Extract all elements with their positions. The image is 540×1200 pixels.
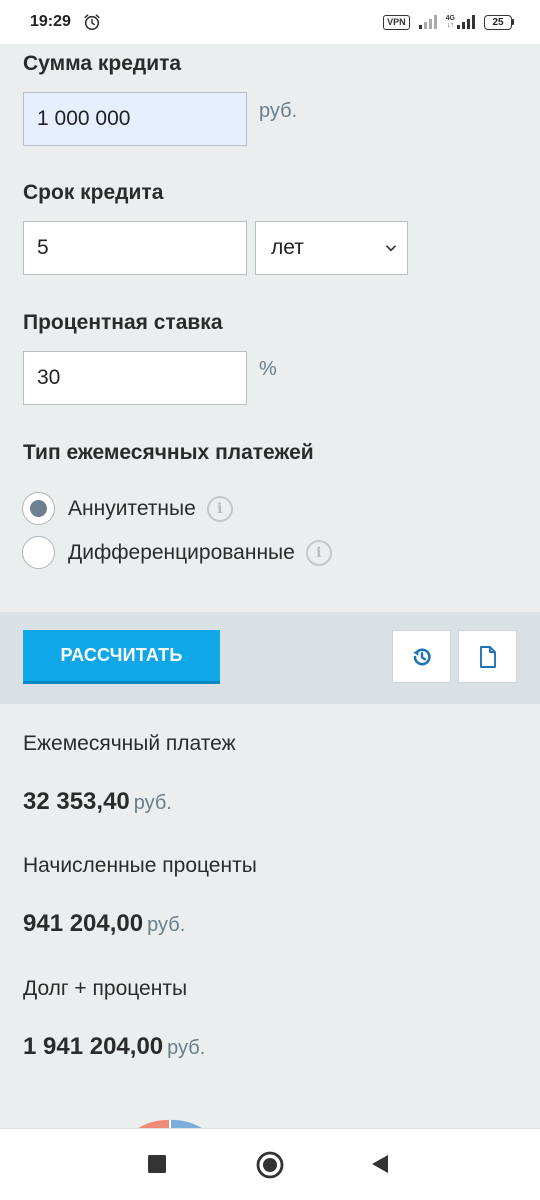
- network-type: 4G ↓↑: [445, 15, 455, 29]
- payment-type-label: Тип ежемесячных платежей: [23, 441, 314, 464]
- radio-annuity-label: Аннуитетные: [68, 496, 196, 520]
- calculate-button[interactable]: РАССЧИТАТЬ: [23, 630, 220, 684]
- rate-input[interactable]: 30: [23, 351, 247, 405]
- system-nav-bar: [0, 1128, 540, 1200]
- alarm-icon: [84, 14, 100, 31]
- info-icon[interactable]: i: [206, 495, 233, 522]
- action-bar: РАССЧИТАТЬ: [0, 612, 540, 704]
- currency-label: руб.: [147, 914, 186, 936]
- term-unit-value: лет: [271, 236, 304, 259]
- status-icons: VPN 4G ↓↑ 25: [383, 14, 514, 30]
- payment-pie-chart: [138, 1119, 202, 1128]
- term-label: Срок кредита: [23, 181, 164, 204]
- interest-label: Начисленные проценты: [23, 854, 257, 877]
- credit-form: Сумма кредита 1 000 000 руб. Срок кредит…: [0, 44, 540, 612]
- rate-label: Процентная ставка: [23, 311, 223, 334]
- back-triangle-icon[interactable]: [370, 1154, 390, 1174]
- chevron-down-icon: [385, 245, 397, 252]
- rate-unit: %: [259, 358, 277, 380]
- term-unit-select[interactable]: лет: [255, 221, 408, 275]
- currency-label: руб.: [133, 792, 172, 814]
- document-icon: [479, 645, 496, 668]
- radio-differentiated[interactable]: Дифференцированные i: [22, 536, 332, 569]
- status-time: 19:29: [30, 13, 71, 30]
- monthly-payment-value: 32 353,40 руб.: [23, 788, 172, 815]
- radio-button[interactable]: [22, 536, 55, 569]
- monthly-payment-label: Ежемесячный платеж: [23, 732, 236, 755]
- signal-icon-sim2: [457, 15, 475, 29]
- recents-square-icon[interactable]: [148, 1155, 166, 1173]
- reset-button[interactable]: [392, 630, 451, 683]
- amount-unit: руб.: [259, 100, 298, 122]
- amount-input[interactable]: 1 000 000: [23, 92, 247, 146]
- term-input[interactable]: 5: [23, 221, 247, 275]
- total-label: Долг + проценты: [23, 977, 188, 1000]
- battery-level: 25: [484, 14, 512, 30]
- radio-differentiated-label: Дифференцированные: [68, 540, 295, 564]
- total-value: 1 941 204,00 руб.: [23, 1033, 206, 1060]
- signal-icon-sim1: [418, 15, 437, 29]
- pie-slice-principal: [170, 1119, 202, 1128]
- radio-button-selected[interactable]: [22, 492, 55, 525]
- export-button[interactable]: [458, 630, 517, 683]
- interest-value: 941 204,00 руб.: [23, 910, 186, 937]
- results-panel: Ежемесячный платеж 32 353,40 руб. Начисле…: [0, 704, 540, 1128]
- vpn-badge: VPN: [383, 14, 410, 30]
- currency-label: руб.: [167, 1037, 206, 1059]
- network-indicator: 4G ↓↑: [446, 15, 475, 29]
- home-circle-icon[interactable]: [256, 1151, 284, 1179]
- pie-slice-interest: [138, 1119, 170, 1128]
- amount-label: Сумма кредита: [23, 52, 182, 75]
- battery-icon: 25: [484, 14, 514, 30]
- history-icon: [412, 648, 431, 665]
- status-bar: 19:29 VPN 4G ↓↑ 25: [0, 0, 540, 44]
- info-icon[interactable]: i: [305, 539, 332, 566]
- radio-annuity[interactable]: Аннуитетные i: [22, 492, 233, 525]
